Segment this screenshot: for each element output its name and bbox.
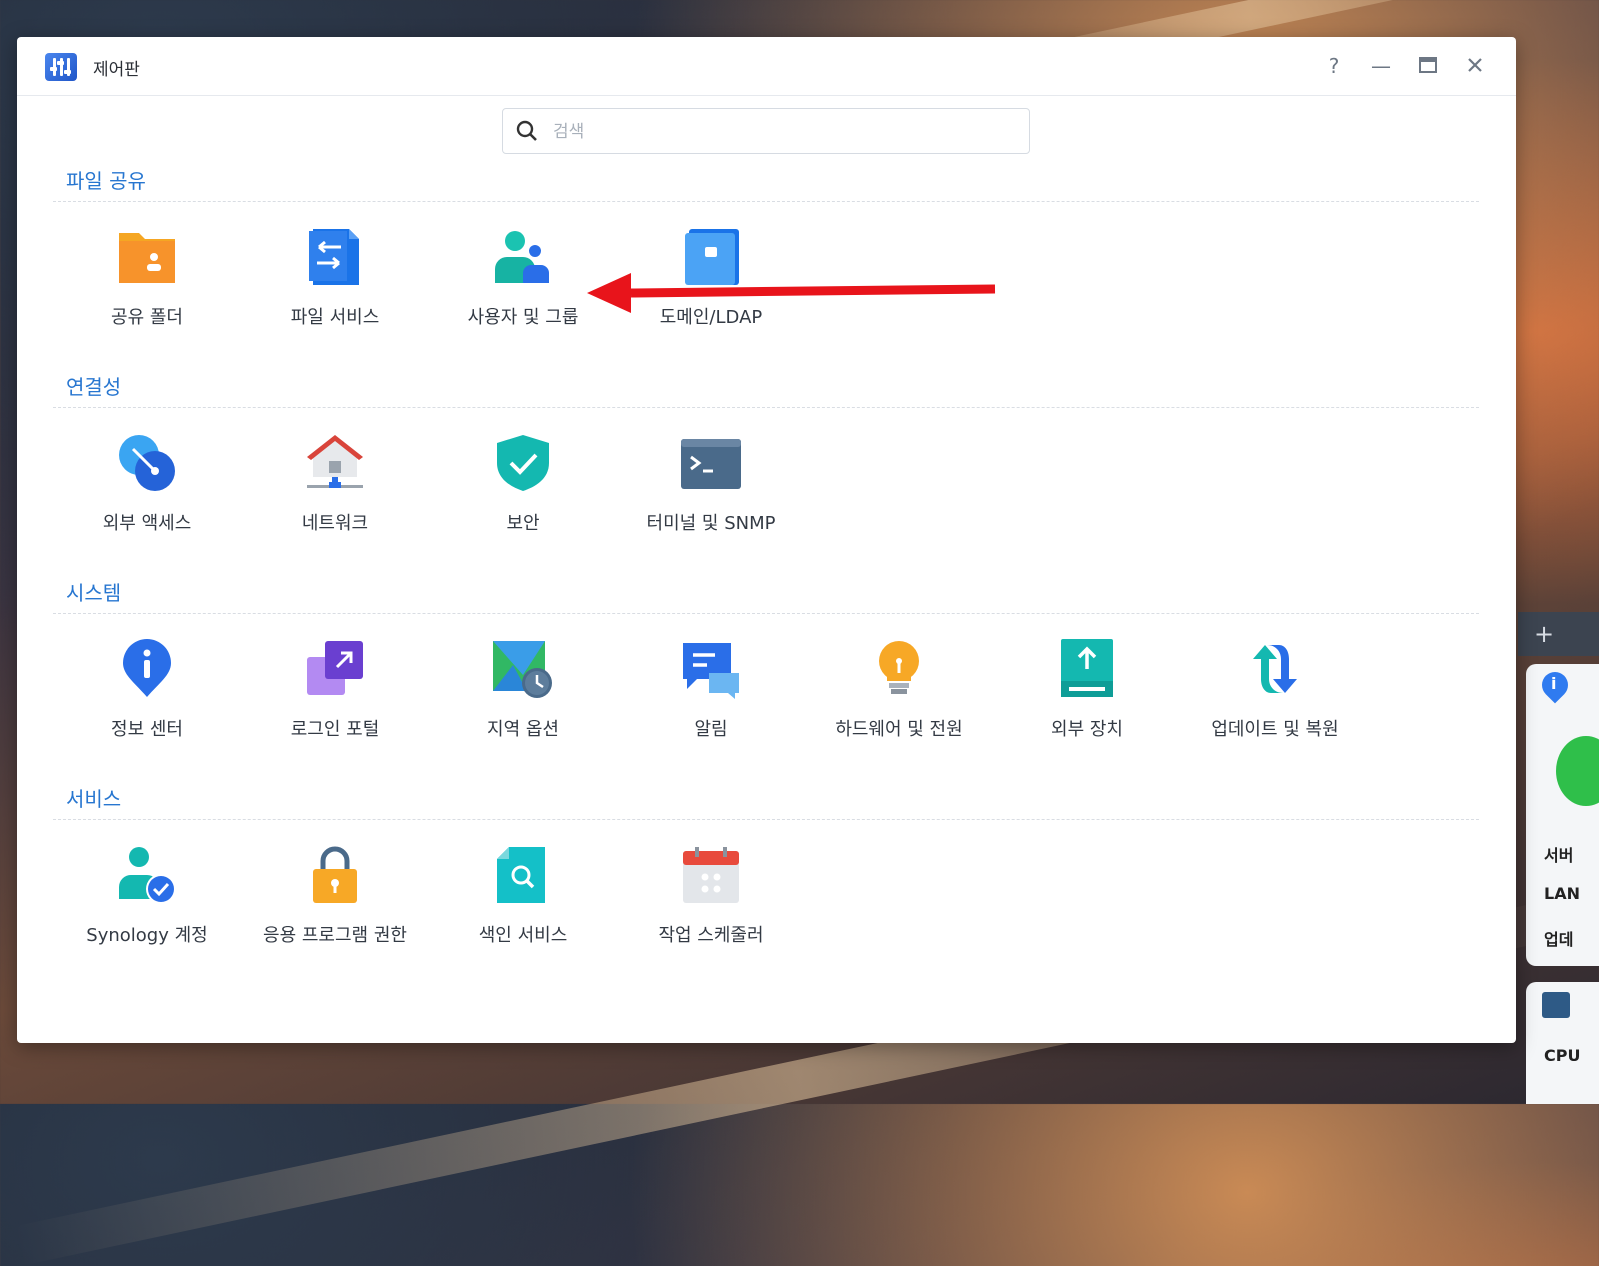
item-label: 보안	[506, 513, 540, 534]
item-app-privileges[interactable]: 응용 프로그램 권한	[241, 845, 429, 965]
add-widget-button[interactable]: +	[1518, 612, 1599, 656]
close-button[interactable]	[1460, 51, 1490, 81]
item-hardware-power[interactable]: 하드웨어 및 전원	[805, 639, 993, 759]
item-label: 외부 장치	[1051, 719, 1123, 740]
section-divider	[53, 819, 1479, 820]
external-access-icon	[119, 435, 175, 491]
minimize-button[interactable]: —	[1366, 51, 1396, 81]
item-task-scheduler[interactable]: 작업 스케줄러	[617, 845, 805, 965]
widget-text: 업데	[1544, 930, 1574, 949]
annotation-arrow	[587, 273, 996, 313]
item-shared-folder[interactable]: 공유 폴더	[53, 227, 241, 347]
item-label: Synology 계정	[86, 925, 208, 946]
control-panel-window: 제어판 ? — 파일 공유 공유 폴더 파일 서비스	[17, 37, 1516, 1043]
widget-text: LAN	[1544, 884, 1580, 903]
user-group-icon	[495, 231, 549, 283]
section-title-services: 서비스	[66, 787, 122, 811]
search-box[interactable]	[502, 108, 1030, 154]
help-button[interactable]: ?	[1319, 51, 1349, 81]
item-update-restore[interactable]: 업데이트 및 복원	[1181, 639, 1369, 759]
item-label: 색인 서비스	[478, 925, 568, 946]
item-notification[interactable]: 알림	[617, 639, 805, 759]
item-label: 로그인 포털	[290, 719, 380, 740]
section-title-file-sharing: 파일 공유	[66, 169, 146, 193]
login-portal-icon	[307, 641, 363, 695]
section-divider	[53, 201, 1479, 202]
hardware-power-icon	[879, 641, 919, 694]
section-divider	[53, 613, 1479, 614]
security-shield-icon	[497, 435, 549, 491]
shared-folder-icon	[119, 233, 175, 283]
item-label: 파일 서비스	[290, 307, 380, 328]
item-label: 공유 폴더	[111, 307, 183, 328]
network-icon	[307, 435, 363, 488]
item-label: 네트워크	[301, 513, 369, 534]
item-indexing-service[interactable]: 색인 서비스	[429, 845, 617, 965]
task-scheduler-icon	[683, 847, 739, 903]
terminal-icon	[681, 439, 741, 489]
item-synology-account[interactable]: Synology 계정	[53, 845, 241, 965]
file-services-icon	[309, 229, 359, 285]
item-info-center[interactable]: 정보 센터	[53, 639, 241, 759]
item-label: 응용 프로그램 권한	[263, 925, 407, 946]
indexing-service-icon	[497, 847, 545, 903]
info-center-icon	[123, 639, 171, 697]
item-external-devices[interactable]: 외부 장치	[993, 639, 1181, 759]
synology-account-icon	[119, 847, 176, 904]
item-external-access[interactable]: 외부 액세스	[53, 433, 241, 553]
notification-icon	[683, 643, 739, 699]
item-label: 정보 센터	[111, 719, 183, 740]
control-panel-app-icon	[45, 53, 77, 81]
maximize-button[interactable]	[1413, 51, 1443, 81]
item-security[interactable]: 보안	[429, 433, 617, 553]
external-devices-icon	[1061, 639, 1113, 697]
section-divider	[53, 407, 1479, 408]
item-terminal-snmp[interactable]: 터미널 및 SNMP	[617, 433, 805, 553]
item-label: 터미널 및 SNMP	[646, 513, 776, 534]
item-label: 업데이트 및 복원	[1211, 719, 1339, 740]
item-label: 작업 스케줄러	[658, 925, 764, 946]
regional-options-icon	[493, 641, 552, 698]
item-label: 알림	[694, 719, 728, 740]
item-file-services[interactable]: 파일 서비스	[241, 227, 429, 347]
item-login-portal[interactable]: 로그인 포털	[241, 639, 429, 759]
item-label: 하드웨어 및 전원	[835, 719, 963, 740]
title-bar[interactable]: 제어판 ? —	[17, 37, 1516, 96]
widget-text: 서버	[1544, 846, 1574, 865]
window-title: 제어판	[93, 60, 140, 80]
widget-text: CPU	[1544, 1046, 1581, 1065]
close-icon	[1468, 58, 1482, 72]
item-regional-options[interactable]: 지역 옵션	[429, 639, 617, 759]
update-restore-icon	[1253, 645, 1297, 693]
monitor-icon	[1542, 992, 1570, 1018]
item-label: 지역 옵션	[487, 719, 559, 740]
maximize-icon	[1419, 57, 1437, 73]
item-network[interactable]: 네트워크	[241, 433, 429, 553]
section-title-connectivity: 연결성	[66, 375, 122, 399]
app-privileges-icon	[313, 846, 357, 903]
section-title-system: 시스템	[66, 581, 122, 605]
search-icon	[516, 120, 537, 141]
system-health-widget	[1526, 664, 1599, 966]
item-label: 외부 액세스	[102, 513, 192, 534]
info-i-glyph: i	[1551, 674, 1557, 693]
search-input[interactable]	[551, 117, 1015, 147]
